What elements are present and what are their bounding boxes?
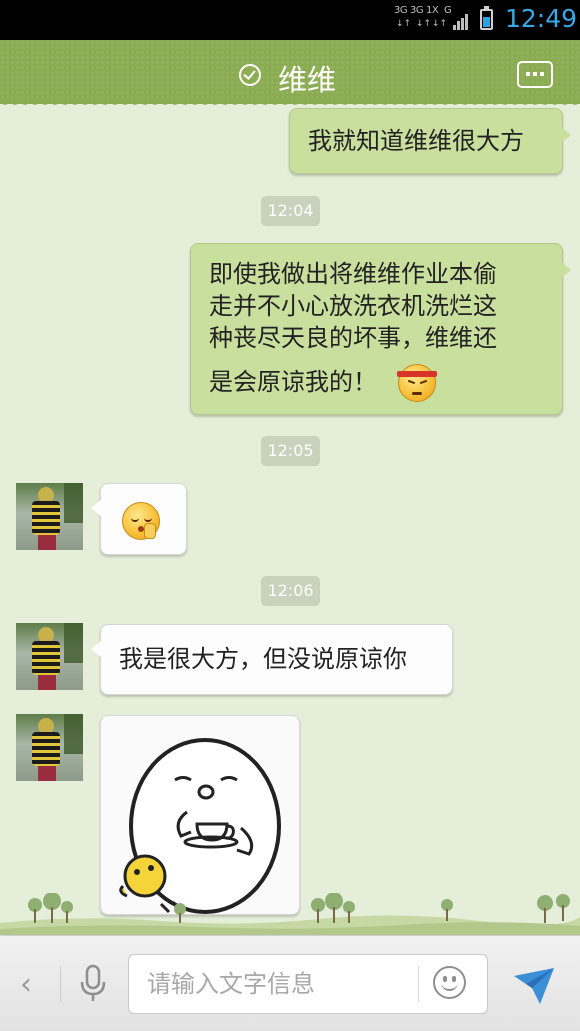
- message-text: 我就知道维维很大方: [308, 127, 524, 155]
- status-bar: 3G 3G 1X G ↓↑ ↓↑ ↓↑ 12:49: [0, 0, 580, 40]
- microphone-icon[interactable]: [78, 964, 108, 1004]
- network-1x-label: 1X: [426, 5, 439, 16]
- data-arrows-icon: ↓↑: [432, 19, 448, 29]
- sent-message-bubble[interactable]: 我就知道维维很大方: [289, 108, 571, 174]
- check-circle-icon: [239, 64, 261, 86]
- signal-strength-icon: [453, 14, 468, 30]
- angry-face-icon: [397, 364, 437, 402]
- more-dots-icon[interactable]: [517, 61, 553, 88]
- sent-message-bubble[interactable]: 即使我做出将维维作业本偷 走并不小心放洗衣机洗烂这 种丧尽天良的坏事，维维还 是…: [190, 243, 571, 415]
- message-line: 即使我做出将维维作业本偷: [209, 260, 497, 288]
- message-line: 是会原谅我的！: [209, 368, 377, 396]
- send-plane-icon[interactable]: [512, 966, 556, 1006]
- network-3g-label-1: 3G: [394, 5, 408, 16]
- received-message-bubble[interactable]: 我是很大方，但没说原谅你: [91, 624, 453, 695]
- timestamp: 12:05: [261, 436, 320, 466]
- input-bar: ‹: [0, 935, 580, 1031]
- data-arrows-icon: ↓↑: [396, 19, 412, 29]
- scenery-decoration: [0, 893, 580, 935]
- received-message-bubble[interactable]: [91, 483, 187, 555]
- contact-avatar[interactable]: [16, 623, 83, 690]
- blob-drinking-tea-sticker-icon: [119, 738, 281, 914]
- network-g-label: G: [444, 5, 452, 16]
- message-text: 我是很大方，但没说原谅你: [119, 645, 407, 673]
- contact-avatar[interactable]: [16, 714, 83, 781]
- network-3g-label-2: 3G: [410, 5, 424, 16]
- data-arrows-icon: ↓↑: [416, 19, 432, 29]
- message-line: 走并不小心放洗衣机洗烂这: [209, 292, 497, 320]
- status-clock: 12:49: [505, 4, 578, 33]
- smiley-icon[interactable]: [433, 966, 466, 999]
- divider: [60, 966, 61, 1002]
- divider: [418, 966, 419, 1002]
- header-scallop-edge: [0, 100, 580, 109]
- contact-name-title: 维维: [278, 63, 337, 97]
- shush-face-icon: [122, 502, 160, 540]
- timestamp: 12:04: [261, 196, 320, 226]
- battery-icon: [480, 6, 493, 30]
- chat-screen: 3G 3G 1X G ↓↑ ↓↑ ↓↑ 12:49 维维 我就知道维维很大方 1…: [0, 0, 580, 1031]
- message-line: 种丧尽天良的坏事，维维还: [209, 324, 497, 352]
- timestamp: 12:06: [261, 576, 320, 606]
- received-sticker-bubble[interactable]: [100, 715, 300, 915]
- chevron-left-icon[interactable]: ‹: [20, 970, 32, 1000]
- contact-avatar[interactable]: [16, 483, 83, 550]
